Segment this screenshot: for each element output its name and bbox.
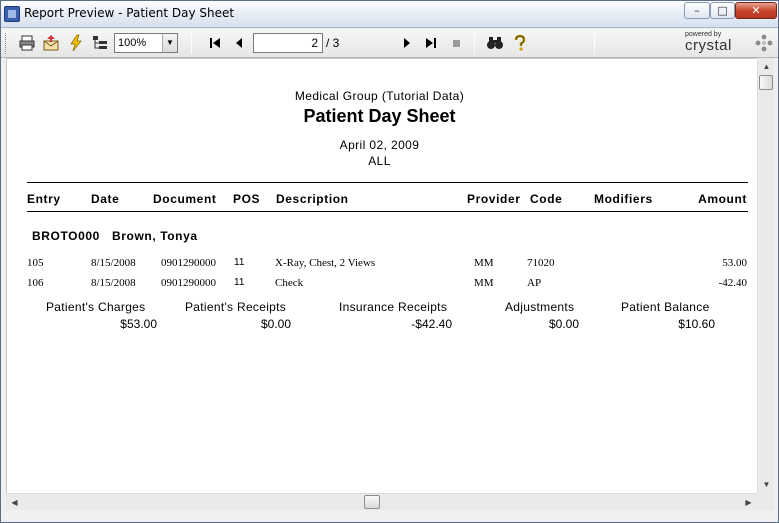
report-page[interactable]: Medical Group (Tutorial Data) Patient Da… xyxy=(6,58,757,493)
horizontal-scrollbar[interactable]: ◀ ▶ xyxy=(6,493,757,510)
next-page-icon[interactable] xyxy=(398,34,416,52)
refresh-lightning-icon[interactable] xyxy=(67,34,85,52)
scroll-left-icon[interactable]: ◀ xyxy=(6,494,23,511)
column-header-document: Document xyxy=(153,192,217,206)
print-icon[interactable] xyxy=(18,34,36,52)
row-document: 0901290000 xyxy=(161,257,216,269)
header-top-rule xyxy=(27,182,748,183)
header-bottom-rule xyxy=(27,211,748,212)
row-pos: 11 xyxy=(234,257,245,268)
row-code: 71020 xyxy=(527,257,555,269)
scrollbar-corner xyxy=(757,493,774,510)
summary-value-patient-charges: $53.00 xyxy=(120,317,157,331)
report-filter: ALL xyxy=(368,154,391,168)
toolbar-separator xyxy=(191,33,192,54)
scroll-up-icon[interactable]: ▲ xyxy=(758,58,775,75)
summary-value-adjustments: $0.00 xyxy=(548,317,579,331)
row-code: AP xyxy=(527,277,542,289)
crystal-logo-icon xyxy=(755,34,773,52)
app-icon xyxy=(4,6,20,22)
column-header-code: Code xyxy=(530,192,563,206)
report-date: April 02, 2009 xyxy=(339,138,420,152)
column-header-description: Description xyxy=(276,192,349,206)
summary-label-patient-charges: Patient's Charges xyxy=(46,300,146,314)
vertical-scrollbar[interactable]: ▲ ▼ xyxy=(757,58,774,493)
close-button[interactable]: ✕ xyxy=(735,2,777,19)
row-description: Check xyxy=(275,277,304,289)
toolbar-separator xyxy=(474,33,475,54)
scroll-down-icon[interactable]: ▼ xyxy=(758,476,775,493)
minimize-button[interactable]: – xyxy=(684,2,710,19)
column-header-date: Date xyxy=(91,192,120,206)
row-amount: -42.40 xyxy=(718,277,747,289)
row-entry: 106 xyxy=(27,277,44,289)
report-title: Patient Day Sheet xyxy=(303,106,456,126)
row-date: 8/15/2008 xyxy=(91,277,136,289)
search-binoculars-icon[interactable] xyxy=(486,34,504,52)
patient-id: BROTO000 xyxy=(32,229,100,243)
row-date: 8/15/2008 xyxy=(91,257,136,269)
page-total: / 3 xyxy=(326,36,340,50)
zoom-select[interactable]: 100% ▼ xyxy=(114,33,178,53)
toolbar-separator xyxy=(594,33,595,54)
help-icon[interactable] xyxy=(511,34,529,52)
chevron-down-icon[interactable]: ▼ xyxy=(162,34,177,52)
summary-label-insurance-receipts: Insurance Receipts xyxy=(339,300,448,314)
maximize-button[interactable]: □ xyxy=(710,2,735,19)
row-document: 0901290000 xyxy=(161,277,216,289)
crystal-logo: powered by crystal xyxy=(683,31,775,56)
row-provider: MM xyxy=(474,277,494,289)
row-description: X-Ray, Chest, 2 Views xyxy=(275,257,376,269)
first-page-icon[interactable] xyxy=(206,34,224,52)
row-amount: 53.00 xyxy=(722,257,747,269)
row-provider: MM xyxy=(474,257,494,269)
column-header-modifiers: Modifiers xyxy=(594,192,653,206)
summary-label-adjustments: Adjustments xyxy=(505,300,575,314)
group-tree-icon[interactable] xyxy=(91,34,109,52)
summary-value-insurance-receipts: -$42.40 xyxy=(411,317,452,331)
row-entry: 105 xyxy=(27,257,44,269)
column-header-provider: Provider xyxy=(467,192,521,206)
row-pos: 11 xyxy=(234,277,245,288)
column-header-entry: Entry xyxy=(27,192,61,206)
zoom-value: 100% xyxy=(118,37,147,49)
title-bar[interactable]: Report Preview - Patient Day Sheet – □ ✕ xyxy=(1,1,778,28)
previous-page-icon[interactable] xyxy=(230,34,248,52)
stop-icon[interactable] xyxy=(447,34,465,52)
vertical-scroll-thumb[interactable] xyxy=(759,75,773,90)
patient-name: Brown, Tonya xyxy=(112,229,198,243)
column-header-amount: Amount xyxy=(698,192,747,206)
column-header-pos: POS xyxy=(233,192,261,206)
summary-value-patient-balance: $10.60 xyxy=(678,317,715,331)
window-title: Report Preview - Patient Day Sheet xyxy=(24,6,235,20)
crystal-logo-text: crystal xyxy=(685,37,732,54)
report-preview-window: Report Preview - Patient Day Sheet – □ ✕… xyxy=(0,0,779,523)
export-icon[interactable] xyxy=(42,34,60,52)
report-toolbar: 100% ▼ 2 / 3 powered by crystal xyxy=(1,29,778,58)
toolbar-grip[interactable] xyxy=(5,33,8,54)
scroll-right-icon[interactable]: ▶ xyxy=(740,494,757,511)
horizontal-scroll-thumb[interactable] xyxy=(364,495,380,509)
summary-label-patient-balance: Patient Balance xyxy=(621,300,710,314)
organization-name: Medical Group (Tutorial Data) xyxy=(294,89,465,103)
summary-value-patient-receipts: $0.00 xyxy=(260,317,291,331)
summary-label-patient-receipts: Patient's Receipts xyxy=(185,300,287,314)
last-page-icon[interactable] xyxy=(422,34,440,52)
page-number-input[interactable]: 2 xyxy=(253,33,323,53)
